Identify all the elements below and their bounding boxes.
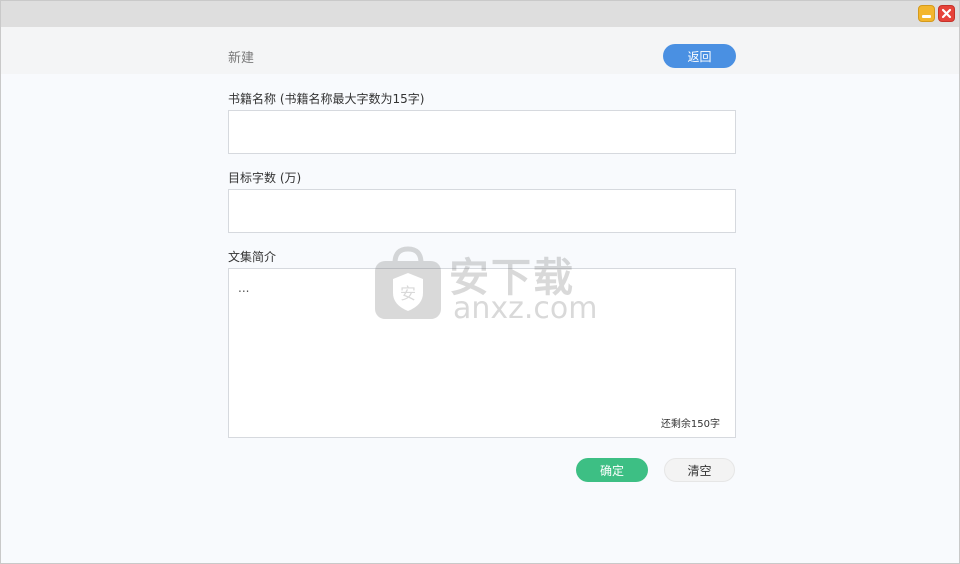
book-name-input[interactable] [228, 110, 736, 154]
intro-placeholder: ... [238, 281, 250, 295]
minimize-icon [922, 14, 931, 18]
page-header: 新建 返回 [1, 27, 959, 74]
title-bar [1, 1, 959, 27]
page-title: 新建 [228, 51, 255, 66]
app-window: 新建 返回 书籍名称 (书籍名称最大字数为15字) 目标字数 (万) 文集简介 … [0, 0, 960, 564]
intro-label: 文集简介 [228, 250, 277, 264]
book-name-label: 书籍名称 (书籍名称最大字数为15字) [228, 92, 425, 106]
target-words-input[interactable] [228, 189, 736, 233]
back-button[interactable]: 返回 [663, 44, 736, 68]
remaining-count: 还剩余150字 [660, 419, 720, 430]
close-button[interactable] [938, 5, 955, 22]
minimize-button[interactable] [918, 5, 935, 22]
clear-button[interactable]: 清空 [664, 458, 735, 482]
intro-textarea[interactable]: ... 还剩余150字 [228, 268, 736, 438]
confirm-button[interactable]: 确定 [576, 458, 648, 482]
close-icon [941, 8, 952, 19]
target-words-label: 目标字数 (万) [228, 171, 302, 185]
